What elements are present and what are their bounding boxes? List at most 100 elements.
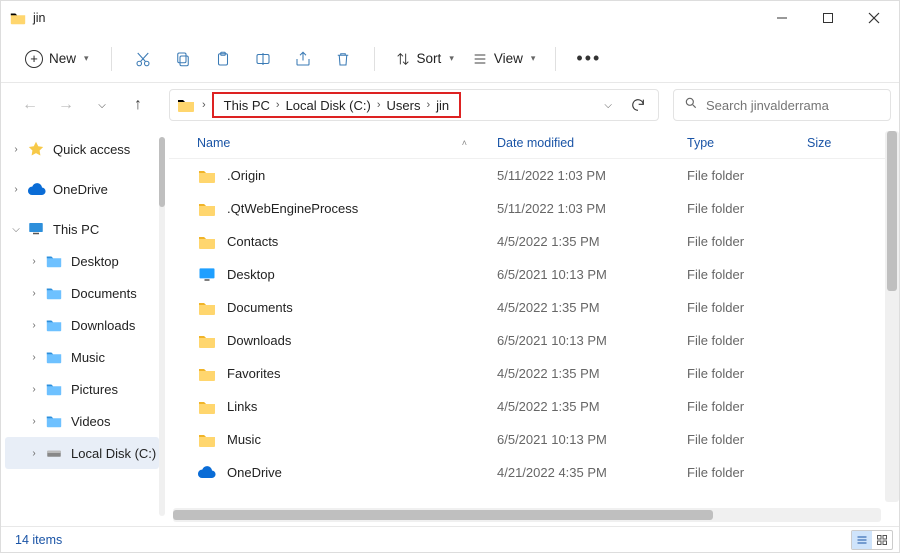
address-bar[interactable]: › This PC›Local Disk (C:)›Users›jin ⌵ [169, 89, 659, 121]
file-row[interactable]: Downloads6/5/2021 10:13 PMFile folder [169, 324, 881, 357]
sidebar-item-label: This PC [53, 222, 99, 237]
maximize-button[interactable] [805, 2, 851, 34]
sort-button[interactable]: Sort ▾ [387, 46, 462, 72]
folder-blue-icon [45, 412, 63, 430]
folder-blue-icon [45, 252, 63, 270]
chevron-right-icon[interactable]: › [375, 99, 383, 111]
chevron-right-icon[interactable]: › [424, 99, 432, 111]
file-row[interactable]: .QtWebEngineProcess5/11/2022 1:03 PMFile… [169, 192, 881, 225]
file-row[interactable]: Music6/5/2021 10:13 PMFile folder [169, 423, 881, 456]
sidebar-item[interactable]: › Downloads [5, 309, 159, 341]
sidebar-item[interactable]: › Documents [5, 277, 159, 309]
minimize-button[interactable] [759, 2, 805, 34]
sidebar-item[interactable]: ›Quick access [5, 133, 159, 165]
window-folder-icon [9, 9, 27, 27]
file-type: File folder [687, 267, 807, 282]
file-type: File folder [687, 465, 807, 480]
separator [374, 47, 375, 71]
file-type: File folder [687, 201, 807, 216]
breadcrumb-segment[interactable]: This PC [220, 98, 274, 113]
search-input[interactable] [706, 98, 882, 113]
twisty-icon[interactable]: › [27, 448, 41, 459]
chevron-down-icon: ▾ [84, 53, 89, 64]
file-date: 5/11/2022 1:03 PM [497, 201, 687, 216]
search-icon [684, 96, 698, 115]
file-name: Contacts [227, 234, 497, 249]
more-button[interactable]: ••• [568, 48, 609, 69]
horizontal-scrollbar[interactable] [173, 508, 881, 522]
chevron-right-icon[interactable]: › [200, 99, 208, 111]
share-button[interactable] [284, 41, 322, 77]
back-button[interactable]: ← [15, 90, 45, 120]
rename-button[interactable] [244, 41, 282, 77]
sidebar-scrollbar[interactable] [159, 137, 165, 516]
folder-icon [176, 95, 196, 115]
copy-button[interactable] [164, 41, 202, 77]
delete-button[interactable] [324, 41, 362, 77]
cloud-icon [27, 180, 45, 198]
address-dropdown[interactable]: ⌵ [596, 100, 620, 111]
twisty-icon[interactable]: › [27, 288, 41, 299]
file-date: 4/5/2022 1:35 PM [497, 300, 687, 315]
file-name: .Origin [227, 168, 497, 183]
file-row[interactable]: OneDrive4/21/2022 4:35 PMFile folder [169, 456, 881, 489]
twisty-icon[interactable]: › [27, 384, 41, 395]
column-date[interactable]: Date modified [497, 136, 687, 150]
sidebar-item-label: Downloads [71, 318, 135, 333]
file-name: Downloads [227, 333, 497, 348]
twisty-icon[interactable]: › [27, 416, 41, 427]
search-box[interactable] [673, 89, 891, 121]
sidebar-item[interactable]: ›Videos [5, 405, 159, 437]
folder-icon [197, 430, 217, 450]
breadcrumb-segment[interactable]: jin [432, 98, 453, 113]
twisty-icon[interactable]: › [9, 144, 23, 155]
view-button[interactable]: View ▾ [464, 46, 544, 72]
refresh-button[interactable] [624, 97, 652, 113]
column-headers: Name˄ Date modified Type Size [169, 127, 899, 159]
file-row[interactable]: Documents4/5/2022 1:35 PMFile folder [169, 291, 881, 324]
sidebar-item[interactable]: ›Local Disk (C:) [5, 437, 159, 469]
thumbnails-view-button[interactable] [872, 531, 892, 549]
sidebar-item[interactable]: ›OneDrive [5, 173, 159, 205]
twisty-icon[interactable]: ⌵ [9, 224, 23, 235]
details-view-button[interactable] [852, 531, 872, 549]
file-list: Name˄ Date modified Type Size .Origin5/1… [169, 127, 899, 526]
breadcrumb-segment[interactable]: Local Disk (C:) [282, 98, 375, 113]
sort-label: Sort [417, 51, 442, 66]
up-button[interactable]: ↑ [123, 90, 153, 120]
sidebar-item[interactable]: ⌵ This PC [5, 213, 159, 245]
sidebar-item[interactable]: ›Music [5, 341, 159, 373]
column-type[interactable]: Type [687, 136, 807, 150]
chevron-right-icon[interactable]: › [274, 99, 282, 111]
breadcrumb-segment[interactable]: Users [383, 98, 425, 113]
close-button[interactable] [851, 2, 897, 34]
file-row[interactable]: .Origin5/11/2022 1:03 PMFile folder [169, 159, 881, 192]
twisty-icon[interactable]: › [27, 256, 41, 267]
file-row[interactable]: Favorites4/5/2022 1:35 PMFile folder [169, 357, 881, 390]
new-button[interactable]: + New ▾ [15, 45, 99, 73]
cut-button[interactable] [124, 41, 162, 77]
twisty-icon[interactable]: › [9, 184, 23, 195]
folder-icon [197, 232, 217, 252]
forward-button[interactable]: → [51, 90, 81, 120]
file-type: File folder [687, 432, 807, 447]
recent-button[interactable]: ⌵ [87, 90, 117, 120]
twisty-icon[interactable]: › [27, 352, 41, 363]
title-bar: jin [1, 1, 899, 35]
sidebar-item-label: Documents [71, 286, 137, 301]
sidebar-item[interactable]: ›Pictures [5, 373, 159, 405]
pc-icon [27, 220, 45, 238]
sidebar-item[interactable]: ›Desktop [5, 245, 159, 277]
column-name[interactable]: Name˄ [197, 136, 497, 150]
view-toggle [851, 530, 893, 550]
file-type: File folder [687, 399, 807, 414]
file-row[interactable]: Desktop6/5/2021 10:13 PMFile folder [169, 258, 881, 291]
vertical-scrollbar[interactable] [885, 131, 899, 502]
file-row[interactable]: Links4/5/2022 1:35 PMFile folder [169, 390, 881, 423]
paste-button[interactable] [204, 41, 242, 77]
drive-icon [45, 444, 63, 462]
twisty-icon[interactable]: › [27, 320, 41, 331]
file-row[interactable]: Contacts4/5/2022 1:35 PMFile folder [169, 225, 881, 258]
file-name: Music [227, 432, 497, 447]
column-size[interactable]: Size [807, 136, 851, 150]
